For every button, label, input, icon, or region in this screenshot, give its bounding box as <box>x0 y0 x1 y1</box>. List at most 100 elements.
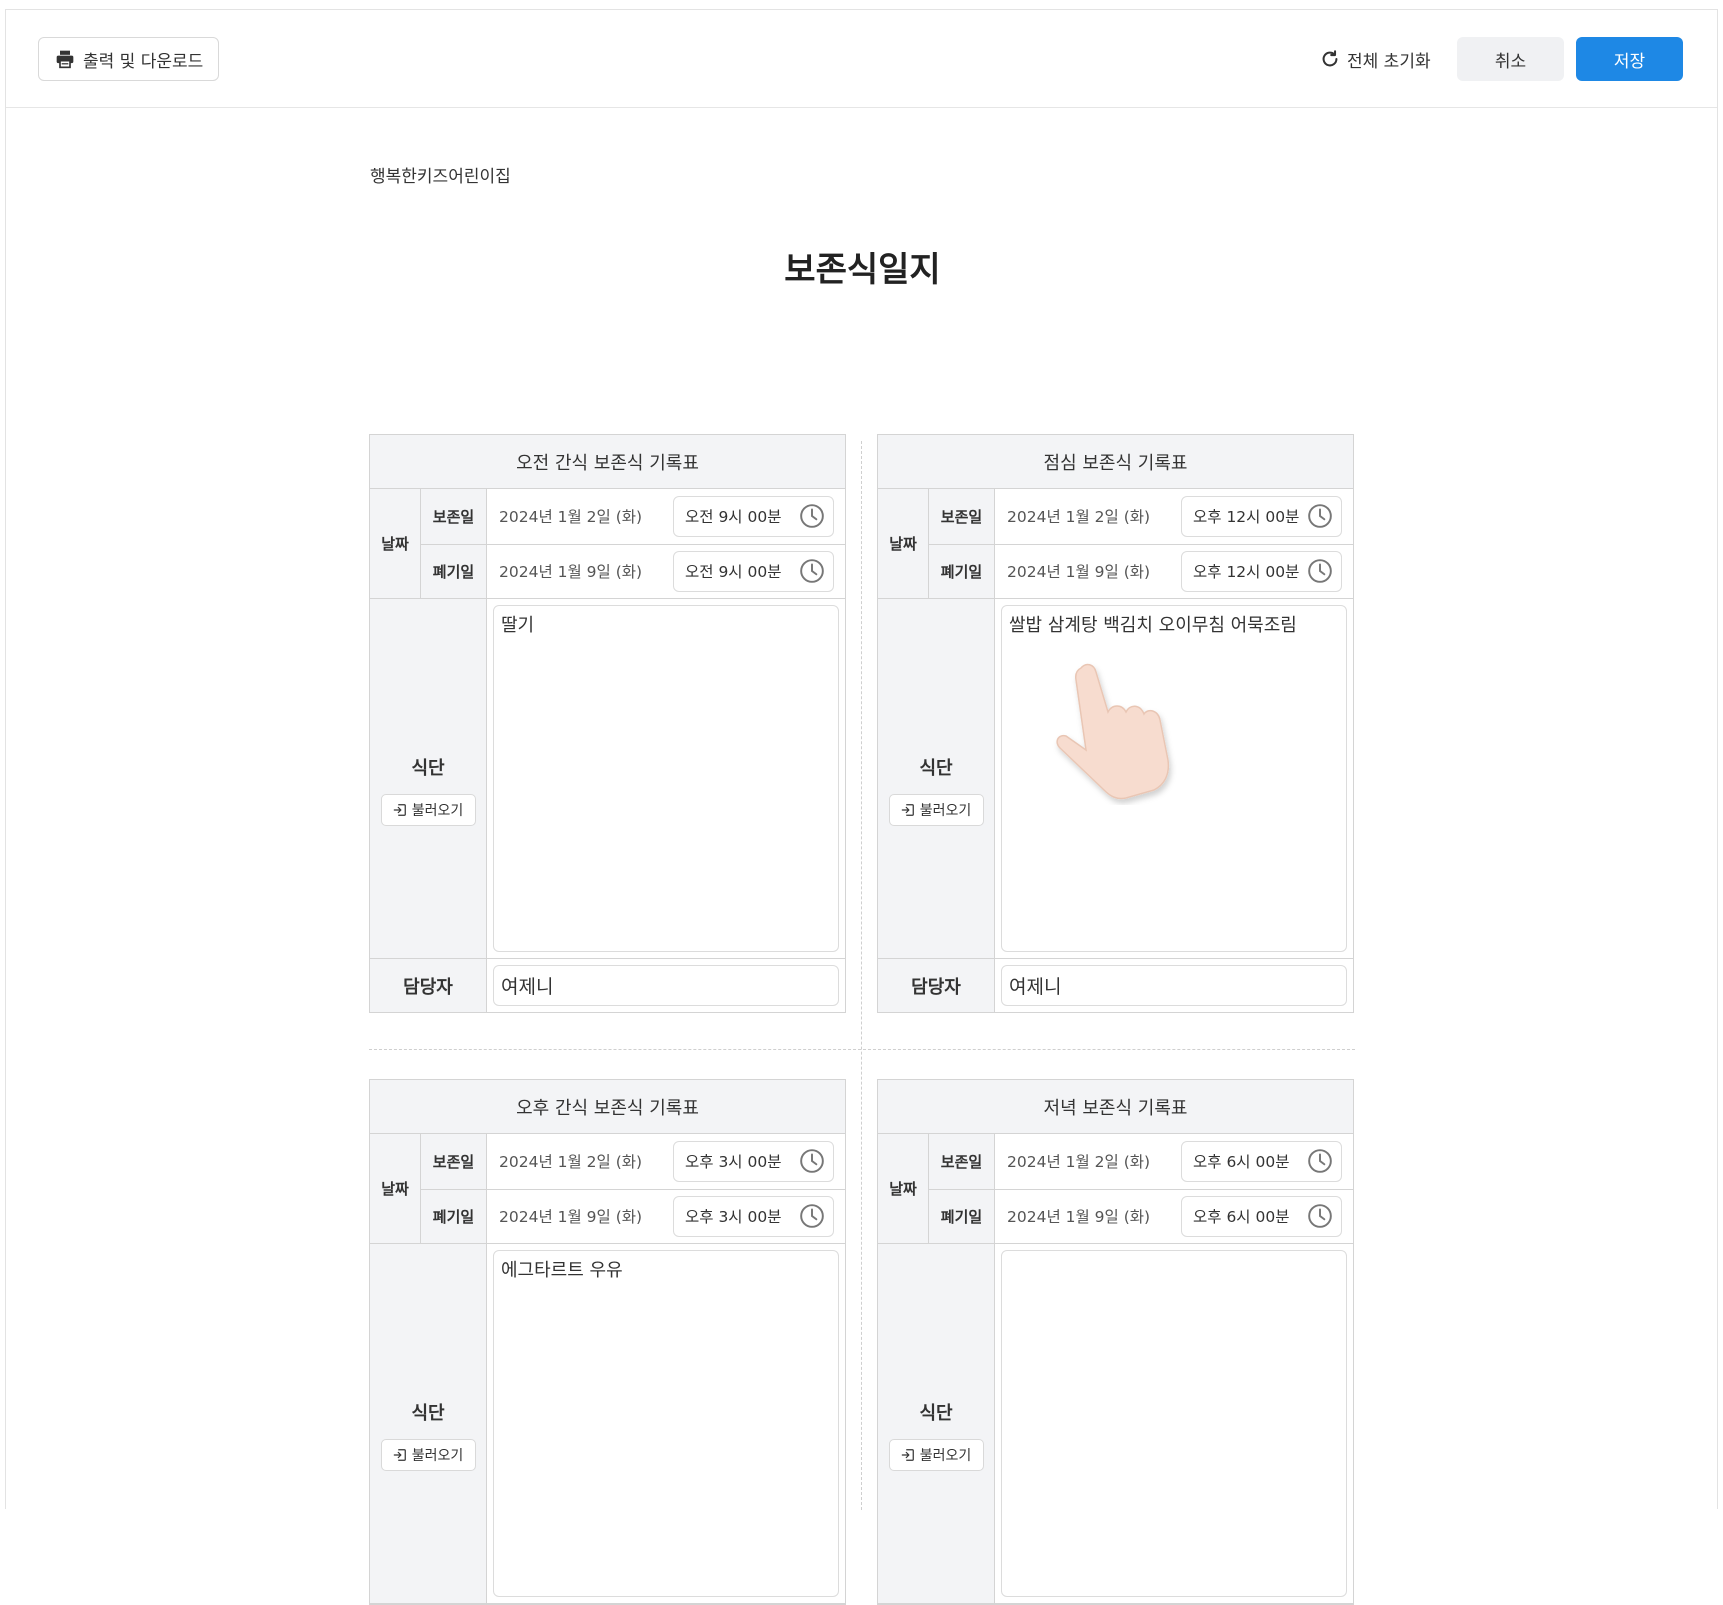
load-menu-button[interactable]: 불러오기 <box>380 1438 476 1471</box>
keep-time-picker[interactable]: 오후 3시 00분 <box>673 1140 834 1182</box>
load-menu-label: 불러오기 <box>411 1447 464 1464</box>
refresh-icon <box>1322 50 1338 67</box>
discard-time-picker[interactable]: 오후 3시 00분 <box>673 1195 834 1237</box>
import-icon <box>393 1448 406 1461</box>
staff-input[interactable]: 여제니 <box>493 965 839 1006</box>
keep-date-row: 보존일 2024년 1월 2일 (화) 오후 6시 00분 <box>929 1134 1353 1189</box>
discard-date-label: 폐기일 <box>421 544 487 598</box>
card-title: 오전 간식 보존식 기록표 <box>370 435 845 489</box>
date-section: 날짜 보존일 2024년 1월 2일 (화) 오후 12시 00분 폐기일 20… <box>878 489 1353 599</box>
keep-time-value: 오후 6시 00분 <box>1193 1153 1290 1172</box>
keep-time-value: 오전 9시 00분 <box>685 508 782 527</box>
discard-date-row: 폐기일 2024년 1월 9일 (화) 오후 6시 00분 <box>929 1188 1353 1243</box>
discard-date-label: 폐기일 <box>929 544 995 598</box>
clock-icon <box>1308 559 1332 584</box>
menu-textarea[interactable] <box>1001 1250 1347 1597</box>
clock-icon <box>1308 1204 1332 1229</box>
cancel-button[interactable]: 취소 <box>1457 37 1564 81</box>
staff-input[interactable]: 여제니 <box>1001 965 1347 1006</box>
keep-date-label: 보존일 <box>929 489 995 544</box>
menu-label: 식단 <box>919 1402 953 1424</box>
card-dinner: 저녁 보존식 기록표 날짜 보존일 2024년 1월 2일 (화) 오후 6시 … <box>877 1079 1354 1605</box>
horizontal-divider <box>369 1049 1355 1050</box>
discard-time-value: 오전 9시 00분 <box>685 563 782 582</box>
load-menu-button[interactable]: 불러오기 <box>380 793 476 826</box>
clock-icon <box>1308 1149 1332 1174</box>
discard-date-label: 폐기일 <box>929 1189 995 1243</box>
import-icon <box>901 803 914 816</box>
keep-time-picker[interactable]: 오후 6시 00분 <box>1181 1140 1342 1182</box>
clock-icon <box>800 1149 824 1174</box>
vertical-divider <box>861 441 862 1510</box>
discard-date-value[interactable]: 2024년 1월 9일 (화) <box>487 560 673 582</box>
discard-date-value[interactable]: 2024년 1월 9일 (화) <box>487 1205 673 1227</box>
menu-textarea[interactable]: 딸기 <box>493 605 839 952</box>
load-menu-label: 불러오기 <box>919 1447 972 1464</box>
card-title: 점심 보존식 기록표 <box>878 435 1353 489</box>
staff-section: 담당자 여제니 <box>370 959 845 1012</box>
keep-date-value[interactable]: 2024년 1월 2일 (화) <box>487 505 673 527</box>
keep-date-value[interactable]: 2024년 1월 2일 (화) <box>995 1150 1181 1172</box>
discard-date-value[interactable]: 2024년 1월 9일 (화) <box>995 1205 1181 1227</box>
keep-time-value: 오후 12시 00분 <box>1193 508 1300 527</box>
discard-time-value: 오후 12시 00분 <box>1193 563 1300 582</box>
save-button[interactable]: 저장 <box>1576 37 1683 81</box>
discard-time-picker[interactable]: 오후 6시 00분 <box>1181 1195 1342 1237</box>
load-menu-button[interactable]: 불러오기 <box>888 1438 984 1471</box>
toolbar: 출력 및 다운로드 전체 초기화 취소 저장 <box>6 10 1717 108</box>
keep-date-value[interactable]: 2024년 1월 2일 (화) <box>487 1150 673 1172</box>
keep-date-row: 보존일 2024년 1월 2일 (화) 오후 3시 00분 <box>421 1134 845 1189</box>
discard-time-picker[interactable]: 오전 9시 00분 <box>673 550 834 592</box>
date-section: 날짜 보존일 2024년 1월 2일 (화) 오전 9시 00분 폐기일 202… <box>370 489 845 599</box>
keep-date-label: 보존일 <box>421 1134 487 1189</box>
keep-time-picker[interactable]: 오후 12시 00분 <box>1181 495 1342 537</box>
discard-date-label: 폐기일 <box>421 1189 487 1243</box>
date-section: 날짜 보존일 2024년 1월 2일 (화) 오후 3시 00분 폐기일 202… <box>370 1134 845 1244</box>
menu-label: 식단 <box>411 1402 445 1424</box>
staff-label: 담당자 <box>878 959 995 1012</box>
card-title: 오후 간식 보존식 기록표 <box>370 1080 845 1134</box>
card-morning-snack: 오전 간식 보존식 기록표 날짜 보존일 2024년 1월 2일 (화) 오전 … <box>369 434 846 1013</box>
date-section: 날짜 보존일 2024년 1월 2일 (화) 오후 6시 00분 폐기일 202… <box>878 1134 1353 1244</box>
card-title: 저녁 보존식 기록표 <box>878 1080 1353 1134</box>
discard-date-value[interactable]: 2024년 1월 9일 (화) <box>995 560 1181 582</box>
discard-date-row: 폐기일 2024년 1월 9일 (화) 오후 3시 00분 <box>421 1188 845 1243</box>
load-menu-button[interactable]: 불러오기 <box>888 793 984 826</box>
discard-time-value: 오후 3시 00분 <box>685 1208 782 1227</box>
menu-section: 식단 불러오기 에그타르트 우유 <box>370 1244 845 1604</box>
document-title: 보존식일지 <box>784 250 941 290</box>
date-label: 날짜 <box>370 489 421 598</box>
page-frame: 출력 및 다운로드 전체 초기화 취소 저장 행복한키즈어린이집 보존식일지 오… <box>5 9 1718 1605</box>
print-download-label: 출력 및 다운로드 <box>83 51 204 72</box>
discard-date-row: 폐기일 2024년 1월 9일 (화) 오전 9시 00분 <box>421 543 845 598</box>
staff-section: 담당자 여제니 <box>878 959 1353 1012</box>
keep-date-row: 보존일 2024년 1월 2일 (화) 오후 12시 00분 <box>929 489 1353 544</box>
clock-icon <box>800 1204 824 1229</box>
import-icon <box>393 803 406 816</box>
reset-all-label: 전체 초기화 <box>1347 51 1431 72</box>
org-name: 행복한키즈어린이집 <box>370 167 511 187</box>
keep-time-picker[interactable]: 오전 9시 00분 <box>673 495 834 537</box>
import-icon <box>901 1448 914 1461</box>
menu-section: 식단 불러오기 <box>878 1244 1353 1604</box>
discard-time-value: 오후 6시 00분 <box>1193 1208 1290 1227</box>
date-label: 날짜 <box>370 1134 421 1243</box>
discard-time-picker[interactable]: 오후 12시 00분 <box>1181 550 1342 592</box>
date-label: 날짜 <box>878 1134 929 1243</box>
reset-all-button[interactable]: 전체 초기화 <box>1319 37 1431 81</box>
menu-textarea[interactable]: 에그타르트 우유 <box>493 1250 839 1597</box>
pointer-hand-icon <box>1056 663 1170 800</box>
keep-date-label: 보존일 <box>929 1134 995 1189</box>
menu-label: 식단 <box>411 757 445 779</box>
keep-time-value: 오후 3시 00분 <box>685 1153 782 1172</box>
keep-date-row: 보존일 2024년 1월 2일 (화) 오전 9시 00분 <box>421 489 845 544</box>
print-download-button[interactable]: 출력 및 다운로드 <box>38 37 220 81</box>
card-afternoon-snack: 오후 간식 보존식 기록표 날짜 보존일 2024년 1월 2일 (화) 오후 … <box>369 1079 846 1605</box>
clock-icon <box>800 559 824 584</box>
date-label: 날짜 <box>878 489 929 598</box>
clock-icon <box>800 504 824 529</box>
clock-icon <box>1308 504 1332 529</box>
load-menu-label: 불러오기 <box>919 802 972 819</box>
discard-date-row: 폐기일 2024년 1월 9일 (화) 오후 12시 00분 <box>929 543 1353 598</box>
keep-date-value[interactable]: 2024년 1월 2일 (화) <box>995 505 1181 527</box>
